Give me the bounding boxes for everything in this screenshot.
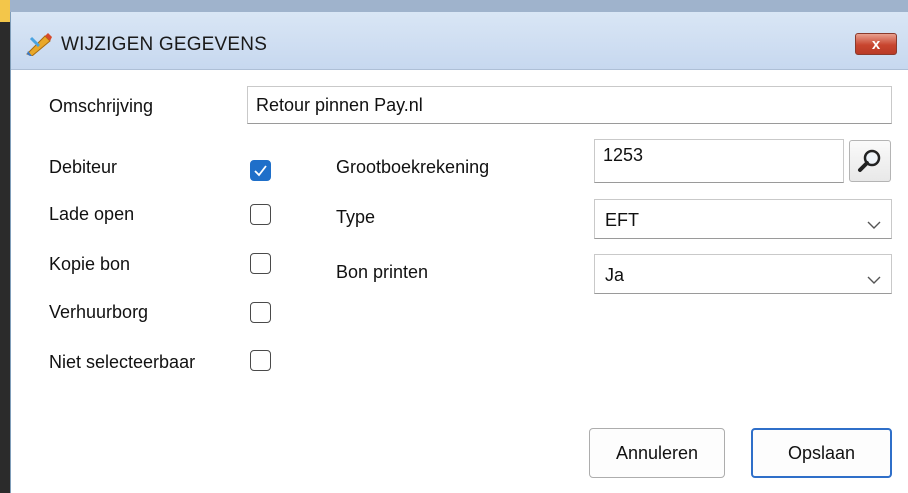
checkbox-label-kopie-bon: Kopie bon: [49, 254, 131, 274]
cancel-button[interactable]: Annuleren: [589, 428, 725, 478]
title-bar[interactable]: WIJZIGEN GEGEVENS x: [11, 12, 908, 70]
close-button[interactable]: x: [855, 33, 897, 55]
omschrijving-input[interactable]: Retour pinnen Pay.nl: [247, 86, 892, 124]
save-button[interactable]: Opslaan: [751, 428, 892, 478]
bon-printen-value: Ja: [605, 265, 625, 285]
checkbox-debiteur[interactable]: [250, 160, 271, 181]
checkbox-niet-selecteerbaar[interactable]: [250, 350, 271, 371]
search-button[interactable]: [849, 140, 891, 182]
save-button-label: Opslaan: [787, 442, 856, 463]
chevron-down-icon: [867, 214, 881, 235]
window-title: WIJZIGEN GEGEVENS: [61, 34, 268, 55]
type-select[interactable]: EFT: [594, 199, 892, 239]
magnifier-icon: [858, 149, 881, 172]
close-icon: x: [871, 35, 881, 53]
grootboekrekening-value: 1253: [603, 145, 644, 165]
omschrijving-label: Omschrijving: [49, 96, 154, 116]
type-value: EFT: [605, 210, 639, 230]
checkbox-lade-open[interactable]: [250, 204, 271, 225]
checkmark-icon: [254, 165, 267, 177]
omschrijving-value: Retour pinnen Pay.nl: [256, 95, 423, 115]
checkbox-kopie-bon[interactable]: [250, 253, 271, 274]
background-window-icon: [0, 0, 10, 22]
checkbox-label-debiteur: Debiteur: [49, 157, 118, 177]
edit-dialog: WIJZIGEN GEGEVENS x Omschrijving Retour …: [10, 12, 908, 493]
chevron-down-icon: [867, 269, 881, 290]
checkbox-label-verhuurborg: Verhuurborg: [49, 302, 149, 322]
checkbox-label-lade-open: Lade open: [49, 204, 135, 224]
cancel-button-label: Annuleren: [615, 442, 699, 463]
checkbox-verhuurborg[interactable]: [250, 302, 271, 323]
checkbox-label-niet-selecteerbaar: Niet selecteerbaar: [49, 352, 196, 372]
background-window-strip: [10, 0, 908, 12]
bon-printen-label: Bon printen: [336, 262, 429, 282]
grootboekrekening-label: Grootboekrekening: [336, 157, 490, 177]
type-label: Type: [336, 207, 376, 227]
bon-printen-select[interactable]: Ja: [594, 254, 892, 294]
background-window-edge: [0, 0, 10, 493]
pen-icon: [25, 32, 53, 57]
grootboekrekening-input[interactable]: 1253: [594, 139, 844, 183]
